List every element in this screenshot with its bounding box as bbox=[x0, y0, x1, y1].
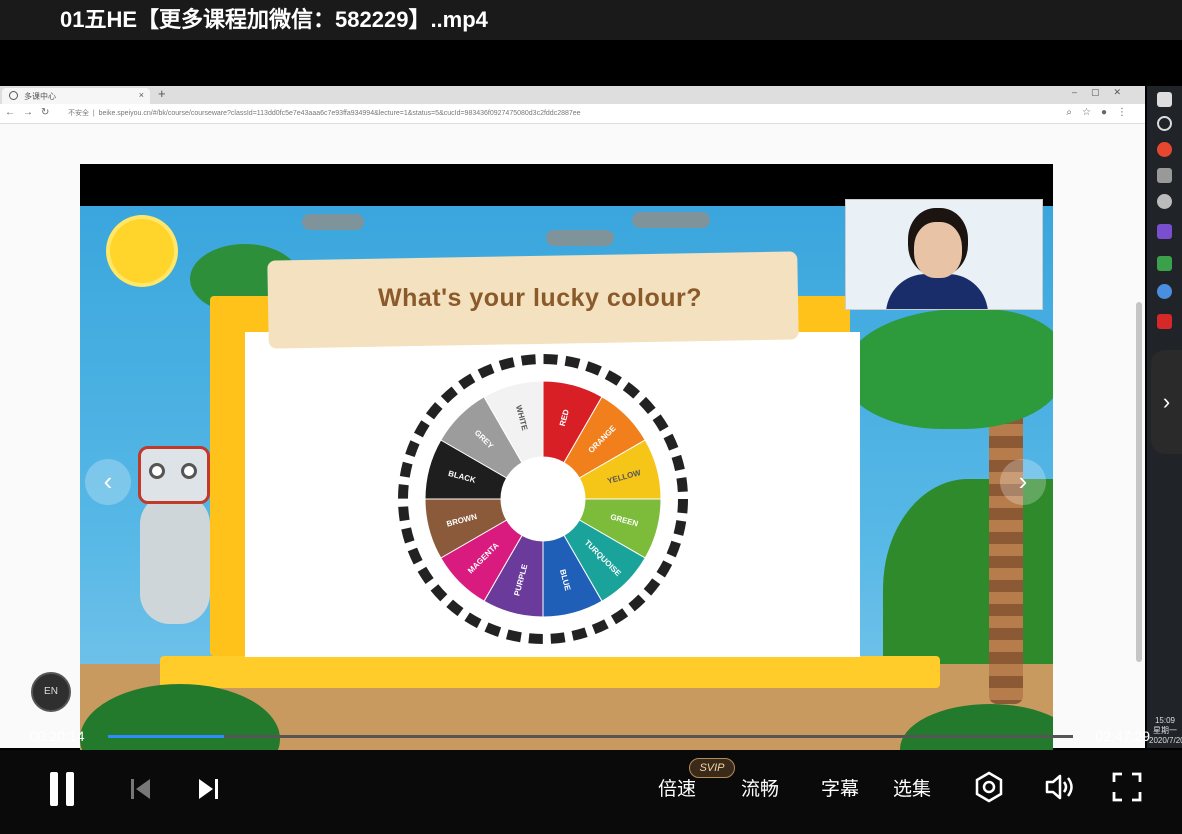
courseware-slide: What's your lucky colour? ‹ › RED ORANGE Y… bbox=[80, 164, 1053, 754]
chrome-icon[interactable] bbox=[1157, 284, 1172, 299]
settings-button[interactable] bbox=[972, 770, 1006, 804]
progress-row: 00:20:14 02:47:29 bbox=[0, 720, 1182, 750]
pause-icon bbox=[66, 772, 74, 806]
speed-button[interactable]: 倍速 bbox=[658, 774, 696, 801]
progress-fill bbox=[108, 735, 224, 738]
sun-illustration bbox=[110, 219, 174, 283]
url-text: beike.speiyou.cn/#/bk/course/courseware?… bbox=[98, 110, 581, 117]
previous-button[interactable] bbox=[128, 776, 154, 802]
pause-icon bbox=[50, 772, 58, 806]
green-app-icon[interactable] bbox=[1157, 256, 1172, 271]
side-panel-toggle[interactable]: › bbox=[1151, 350, 1182, 454]
skip-back-icon bbox=[131, 779, 150, 799]
teacher-body bbox=[886, 274, 988, 309]
video-title: 01五HE【更多课程加微信：582229】..mp4 bbox=[60, 7, 488, 32]
robot-head-illustration bbox=[138, 446, 210, 504]
browser-tab-strip: 多课中心 × + –▢✕ bbox=[0, 86, 1145, 104]
control-bar: SVIP 倍速 流畅 字幕 选集 bbox=[0, 750, 1182, 834]
cloud-app-icon[interactable] bbox=[1157, 194, 1172, 209]
quality-button[interactable]: 流畅 bbox=[741, 774, 779, 801]
cloud-illustration bbox=[546, 230, 614, 246]
browser-tab[interactable]: 多课中心 × bbox=[2, 88, 150, 104]
tab-favicon-icon bbox=[9, 91, 18, 100]
browser-toolbar-icons[interactable]: ⌕☆●⋮ bbox=[1066, 107, 1137, 118]
robot-eye bbox=[149, 463, 165, 479]
colour-wheel-svg: REDORANGEYELLOWGREENTURQUOISEBLUEPURPLEM… bbox=[398, 354, 688, 644]
slide-title: What's your lucky colour? bbox=[377, 284, 703, 312]
next-button[interactable] bbox=[195, 776, 221, 802]
wheel-center bbox=[501, 457, 585, 541]
progress-track[interactable] bbox=[108, 735, 1073, 738]
colour-wheel: RED ORANGE YELLOW GREEN TURQUOISE BLUE PURPLE M… bbox=[398, 354, 688, 644]
browser-address-bar: ←→↻ 不安全 | beike.speiyou.cn/#/bk/course/c… bbox=[0, 104, 1145, 124]
browser-page: What's your lucky colour? ‹ › RED ORANGE Y… bbox=[0, 124, 1145, 754]
browser-url[interactable]: 不安全 | beike.speiyou.cn/#/bk/course/cours… bbox=[68, 107, 1048, 121]
skip-forward-icon bbox=[199, 779, 218, 799]
board-base bbox=[160, 656, 940, 688]
recorded-browser-window: 多课中心 × + –▢✕ ←→↻ 不安全 | beike.speiyou.cn/… bbox=[0, 86, 1145, 754]
cloud-illustration bbox=[302, 214, 364, 230]
s-app-icon[interactable] bbox=[1157, 224, 1172, 239]
pause-button[interactable] bbox=[48, 772, 76, 806]
cloud-illustration bbox=[632, 212, 710, 228]
browser-nav-icons[interactable]: ←→↻ bbox=[5, 107, 57, 118]
send-icon[interactable] bbox=[1157, 168, 1172, 183]
slide-prev-button[interactable]: ‹ bbox=[85, 459, 131, 505]
search-icon[interactable] bbox=[1157, 116, 1172, 131]
window-controls[interactable]: –▢✕ bbox=[1072, 87, 1135, 98]
episodes-button[interactable]: 选集 bbox=[893, 774, 931, 801]
gear-icon bbox=[975, 771, 1003, 803]
robot-eye bbox=[181, 463, 197, 479]
total-time: 02:47:29 bbox=[1095, 728, 1151, 744]
red-app-icon[interactable] bbox=[1157, 314, 1172, 329]
fullscreen-icon bbox=[1112, 772, 1142, 802]
windows-start-icon[interactable] bbox=[1157, 92, 1172, 107]
browser-tab-label: 多课中心 bbox=[24, 92, 56, 101]
teacher-webcam bbox=[845, 199, 1043, 310]
subtitle-button[interactable]: 字幕 bbox=[821, 774, 859, 801]
slide-next-button[interactable]: › bbox=[1000, 459, 1046, 505]
robot-illustration bbox=[140, 494, 210, 624]
insecure-label: 不安全 bbox=[68, 110, 89, 117]
current-time: 00:20:14 bbox=[30, 728, 85, 744]
chrome-icon[interactable] bbox=[1157, 142, 1172, 157]
title-bar: 01五HE【更多课程加微信：582229】..mp4 bbox=[0, 0, 1182, 40]
en-badge[interactable]: EN bbox=[31, 672, 71, 712]
page-scrollbar[interactable] bbox=[1136, 302, 1142, 662]
video-player: 01五HE【更多课程加微信：582229】..mp4 多课中心 × + –▢✕ … bbox=[0, 0, 1182, 834]
new-tab-icon[interactable]: + bbox=[158, 86, 166, 101]
volume-button[interactable] bbox=[1043, 770, 1077, 804]
tab-close-icon[interactable]: × bbox=[139, 90, 144, 100]
teacher-head bbox=[914, 222, 962, 278]
volume-icon bbox=[1045, 774, 1073, 800]
fullscreen-button[interactable] bbox=[1110, 770, 1144, 804]
